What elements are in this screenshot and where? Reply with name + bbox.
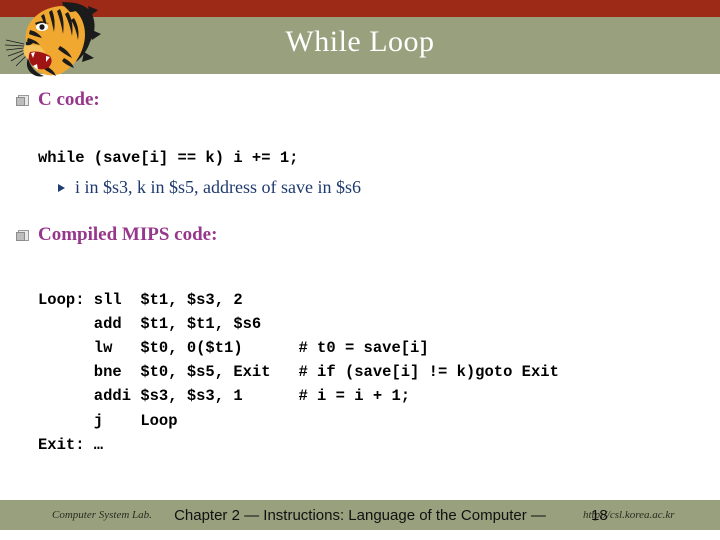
section-heading-mips-code: Compiled MIPS code:	[38, 224, 218, 245]
page-title: While Loop	[285, 25, 435, 58]
footer-page-number: 18	[591, 507, 608, 524]
slide-content: C code: while (save[i] == k) i += 1; i i…	[0, 74, 720, 494]
c-code-snippet: while (save[i] == k) i += 1;	[38, 148, 299, 167]
square-bullet-icon	[16, 230, 29, 241]
sub-bullet-label: i in $s3, k in $s5, address of save in $…	[75, 177, 361, 197]
header-red-bar	[0, 0, 720, 17]
footer-chapter-text: Chapter 2 — Instructions: Language of th…	[174, 507, 546, 524]
square-bullet-icon	[16, 95, 29, 106]
slide-header: While Loop	[0, 0, 720, 77]
bullet-item-c-code: C code:	[16, 88, 100, 112]
section-heading-c-code: C code:	[38, 89, 100, 110]
mips-code-snippet: Loop: sll $t1, $s3, 2 add $t1, $t1, $s6 …	[38, 290, 559, 454]
sub-bullet-registers: i in $s3, k in $s5, address of save in $…	[58, 176, 361, 198]
bullet-item-mips-code: Compiled MIPS code:	[16, 223, 217, 247]
triangle-bullet-icon	[58, 184, 65, 192]
